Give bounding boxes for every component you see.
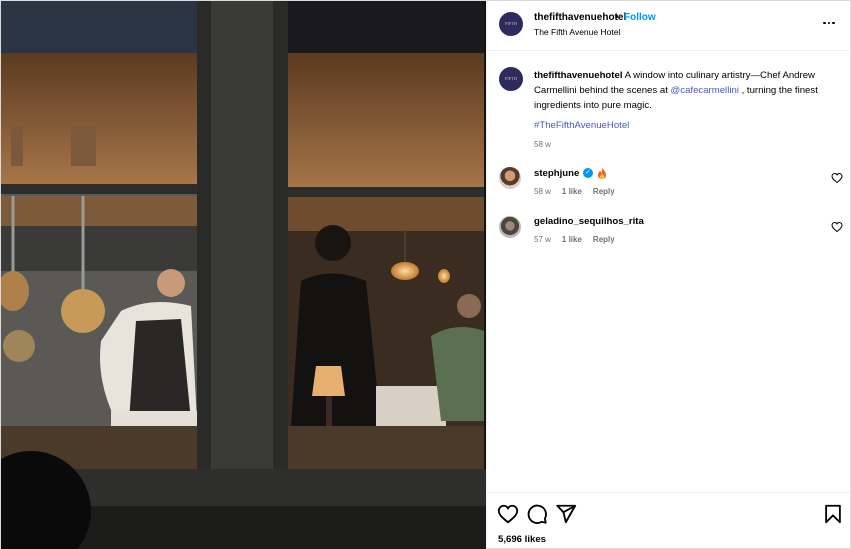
comments-section: FIFTH thefifthavenuehotel A window into …	[487, 51, 851, 492]
like-count[interactable]: 5,696 likes	[498, 534, 546, 545]
send-icon[interactable]	[555, 503, 577, 525]
bookmark-icon[interactable]	[822, 503, 844, 525]
header-username[interactable]: thefifthavenuehotel	[534, 12, 626, 23]
post-header: FIFTH thefifthavenuehotel • Follow The F…	[487, 1, 851, 51]
comment-timestamp[interactable]: 58 w	[534, 187, 551, 196]
commenter-avatar[interactable]	[499, 167, 521, 189]
heart-icon[interactable]	[831, 172, 843, 184]
comment-likes[interactable]: 1 like	[562, 187, 582, 196]
comment-username[interactable]: stephjune	[534, 168, 579, 179]
verified-badge-icon: ✓	[583, 168, 593, 178]
caption-hashtag-link[interactable]: #TheFifthAvenueHotel	[534, 120, 629, 131]
header-subtitle[interactable]: The Fifth Avenue Hotel	[534, 27, 620, 37]
heart-icon[interactable]	[831, 221, 843, 233]
fire-emoji-icon	[598, 167, 606, 179]
caption-avatar-monogram: FIFTH	[504, 76, 518, 81]
caption-text: thefifthavenuehotel A window into culina…	[534, 68, 842, 113]
caption-username[interactable]: thefifthavenuehotel	[534, 70, 622, 81]
post-side-panel: FIFTH thefifthavenuehotel • Follow The F…	[486, 1, 851, 549]
profile-avatar[interactable]: FIFTH	[499, 12, 523, 36]
post-actions-bar: 5,696 likes	[487, 492, 851, 549]
restaurant-window-photo	[1, 1, 486, 549]
reply-button[interactable]: Reply	[593, 235, 615, 244]
comment-timestamp[interactable]: 57 w	[534, 235, 551, 244]
more-horizontal-icon[interactable]	[817, 13, 841, 33]
comment-username[interactable]: geladino_sequilhos_rita	[534, 216, 644, 227]
follow-button[interactable]: Follow	[624, 12, 656, 23]
commenter-avatar[interactable]	[499, 216, 521, 238]
caption-mention-link[interactable]: @cafecarmellini	[671, 85, 739, 96]
caption-avatar[interactable]: FIFTH	[499, 67, 523, 91]
comment-icon[interactable]	[526, 503, 548, 525]
heart-icon[interactable]	[497, 503, 519, 525]
instagram-post: FIFTH thefifthavenuehotel • Follow The F…	[0, 0, 851, 549]
avatar-monogram: FIFTH	[504, 21, 518, 26]
comment-meta: 57 w 1 like Reply	[534, 235, 615, 244]
header-separator: •	[615, 12, 619, 23]
post-photo[interactable]	[1, 1, 486, 549]
comment-likes[interactable]: 1 like	[562, 235, 582, 244]
caption-timestamp[interactable]: 58 w	[534, 140, 551, 149]
comment-meta: 58 w 1 like Reply	[534, 187, 615, 196]
reply-button[interactable]: Reply	[593, 187, 615, 196]
